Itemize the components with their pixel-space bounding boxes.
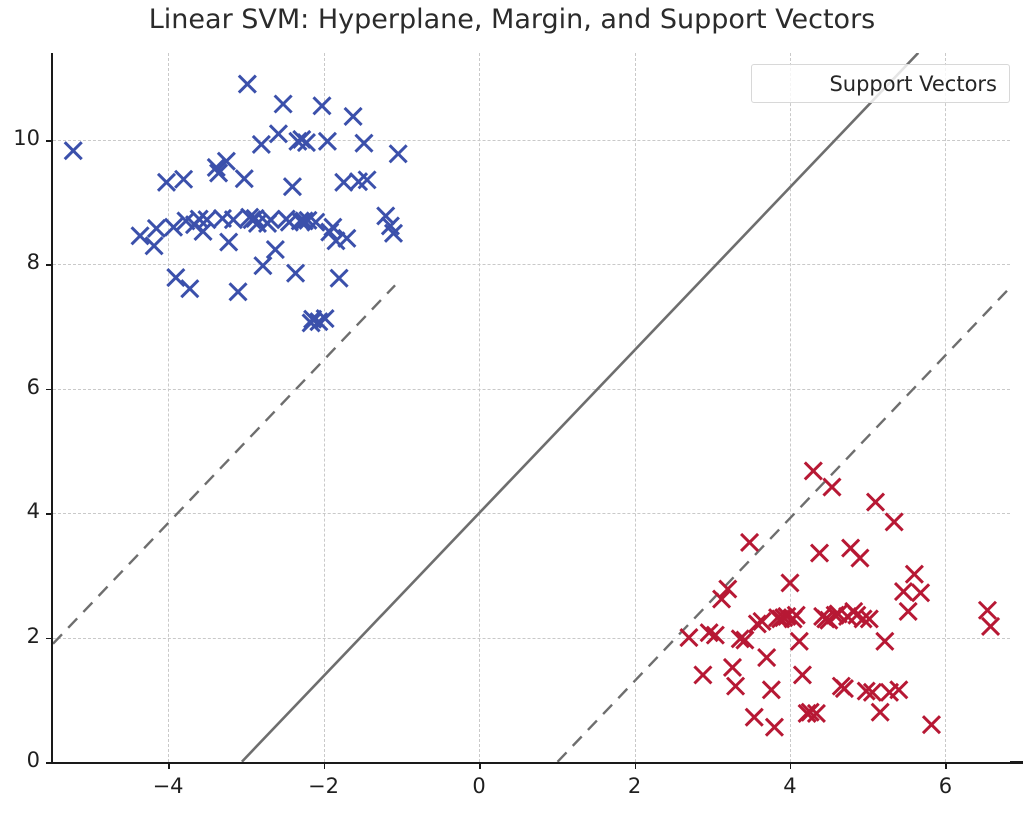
y-tick-mark [46,140,52,142]
y-tick-mark [46,637,52,640]
class1-markers [679,461,1001,737]
data-point-marker [744,707,764,727]
data-point-marker [792,665,812,685]
data-point-marker [180,279,200,299]
chart-legend[interactable]: Support Vectors [751,64,1010,103]
y-tick-label: 8 [26,250,40,275]
chart-title: Linear SVM: Hyperplane, Margin, and Supp… [148,4,876,35]
data-point-marker [334,172,354,192]
data-point-marker [780,573,800,593]
data-point-marker [764,717,785,737]
data-point-marker [228,282,248,302]
x-tick-mark [323,763,326,769]
data-point-marker [253,256,273,276]
data-point-marker [223,210,243,230]
data-point-marker [870,702,890,722]
y-tick-label: 2 [26,623,40,648]
x-tick-mark [479,763,481,769]
data-point-marker [740,532,760,553]
support-vectors-marker-icon [803,74,829,94]
y-tick-mark [46,264,52,266]
data-point-marker [337,228,357,248]
class0-markers [63,74,408,333]
data-point-marker [146,218,166,238]
data-point-marker [981,616,1001,636]
x-tick-mark [789,763,792,769]
data-point-marker [822,477,842,497]
svm-plot-svg [53,53,1010,762]
data-point-marker [803,461,823,481]
data-point-marker [251,134,271,154]
y-tick-label: 0 [26,748,40,772]
y-tick-mark [46,388,52,391]
x-tick-label: 2 [627,774,642,798]
data-point-marker [875,631,895,651]
data-point-marker [699,623,719,643]
x-tick-label: −4 [152,774,184,798]
data-point-marker [219,232,239,252]
data-point-marker [285,263,306,283]
chart-figure: Linear SVM: Hyperplane, Margin, and Supp… [0,0,1024,813]
x-tick-mark [634,763,636,769]
data-point-marker [144,236,164,256]
data-point-marker [130,226,150,246]
hyperplane-line [240,53,920,762]
data-point-marker [237,74,257,94]
data-point-marker [343,106,363,126]
data-point-marker [761,680,781,700]
data-point-marker [317,131,337,151]
data-point-marker [705,625,725,645]
data-point-marker [315,309,335,329]
y-tick-mark [46,513,52,515]
data-point-marker [712,589,732,609]
data-point-marker [63,141,83,161]
data-point-marker [679,628,699,648]
data-point-marker [273,94,293,114]
data-point-marker [156,172,177,192]
data-point-marker [268,124,289,144]
margin-lower-line [53,284,396,645]
data-point-marker [388,144,408,164]
x-tick-label: −2 [308,774,340,798]
x-tick-mark [945,763,947,769]
y-tick-label: 6 [26,374,40,399]
data-point-marker [166,267,186,288]
data-point-marker [893,582,914,602]
data-point-marker [174,169,194,189]
legend-label-support-vectors: Support Vectors [829,71,997,96]
data-point-marker [809,543,830,563]
data-point-marker [850,548,870,568]
y-tick-mark [46,762,52,764]
x-tick-mark [168,763,170,769]
data-point-marker [354,133,374,153]
data-point-marker [865,492,886,512]
data-point-marker [789,631,809,651]
decision-boundary-lines [53,53,1010,762]
data-point-marker [265,239,285,260]
data-point-marker [977,600,998,620]
plot-area [53,53,1010,762]
data-point-marker [884,512,904,532]
data-point-marker [693,665,713,685]
data-point-marker [904,564,924,584]
data-point-marker [312,96,332,116]
data-point-marker [726,676,746,696]
x-tick-label: 0 [472,774,486,798]
x-tick-label: 4 [783,774,797,798]
data-point-marker [329,268,349,288]
data-point-marker [722,657,743,678]
y-tick-label: 4 [26,499,40,524]
y-tick-label: 10 [13,126,40,151]
data-point-marker [898,601,918,622]
data-point-marker [757,647,777,668]
data-point-marker [234,169,254,189]
data-point-marker [921,715,942,735]
x-tick-label: 6 [938,774,953,798]
data-point-marker [282,177,303,197]
data-point-marker [911,583,931,603]
